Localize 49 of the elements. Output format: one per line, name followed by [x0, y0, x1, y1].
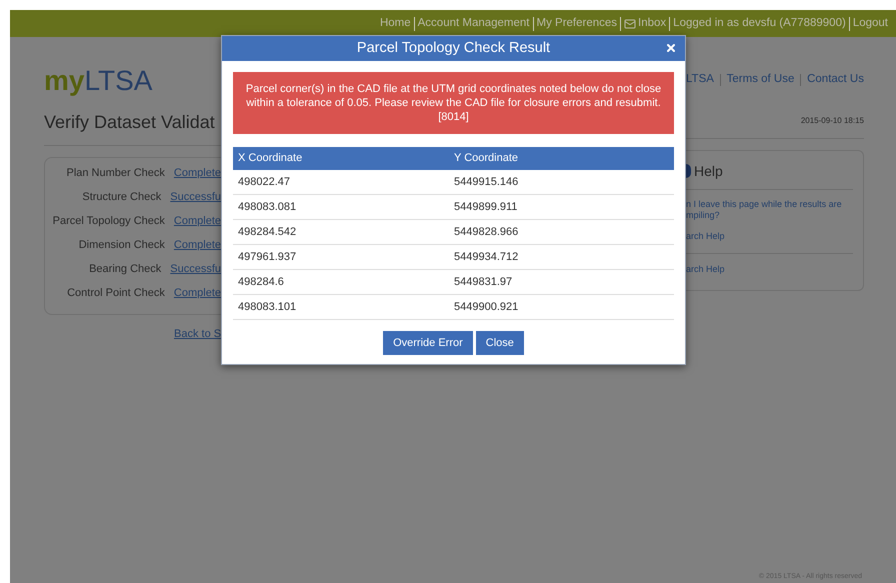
search-help-link[interactable]: arch Help	[686, 262, 863, 276]
logo[interactable]: myLTSA	[44, 65, 221, 97]
check-label: Control Point Check	[66, 286, 165, 301]
header-link[interactable]: Terms of Use	[726, 71, 794, 88]
mail-icon	[624, 18, 636, 30]
table-cell-text: 5449934.712	[454, 250, 520, 265]
check-label: Dimension Check	[78, 238, 165, 253]
error-message: Parcel corner(s) in the CAD file at the UTM grid coordinates noted below do not close within a tolerance of 0.05. Please review the CAD file for closure errors and resubmit. [8014]	[233, 72, 674, 134]
table-cell-text: 498022.47	[237, 174, 291, 190]
search-help-link[interactable]: arch Help	[686, 230, 863, 244]
close-icon[interactable]	[665, 42, 677, 54]
check-result-link[interactable]: Complete	[174, 286, 221, 301]
nav-link[interactable]: Logout	[852, 14, 888, 32]
close-button[interactable]: Close	[476, 331, 524, 355]
table-cell-text: 498284.542	[237, 224, 298, 240]
nav-link[interactable]: My Preferences	[536, 14, 618, 32]
back-link[interactable]: Back to S	[174, 326, 221, 342]
table-cell-text: 5449900.921	[454, 300, 520, 315]
table-cell-text: 498083.081	[237, 200, 298, 215]
table-cell-text: 5449915.146	[454, 174, 520, 190]
table-cell-text: 5449899.911	[454, 200, 518, 215]
help-question-link[interactable]: n I leave this page while the results are mpiling?	[686, 199, 863, 222]
inbox-link[interactable]: Inbox	[624, 14, 666, 32]
table-cell-text: 5449831.97	[454, 274, 514, 290]
check-result-link[interactable]: Successfu	[170, 190, 221, 205]
check-label: Structure Check	[81, 190, 162, 205]
table-cell-text: 498083.101	[237, 300, 298, 315]
nav-link[interactable]: Account Management	[418, 14, 530, 32]
dialog-title: Parcel Topology Check Result	[356, 38, 550, 58]
check-result-link[interactable]: Successfu	[170, 262, 221, 277]
nav-link[interactable]: Home	[380, 14, 411, 32]
header-link[interactable]: Contact Us	[807, 71, 864, 88]
help-title: Help	[694, 162, 723, 181]
override-error-button[interactable]: Override Error	[383, 331, 473, 355]
logged-in-text: Logged in as devsfu (A77889900)	[673, 16, 846, 31]
check-label: Bearing Check	[88, 262, 162, 277]
column-header: X Coordinate	[237, 151, 304, 166]
table-cell-text: 498284.6	[237, 274, 285, 290]
column-header: Y Coordinate	[454, 151, 520, 166]
table-cell-text: 5449828.966	[454, 224, 520, 240]
table-cell-text: 497961.937	[237, 250, 298, 265]
check-result-link[interactable]: Complete	[174, 238, 221, 253]
check-label: Parcel Topology Check	[52, 214, 165, 229]
header-link[interactable]: LTSA	[686, 71, 714, 88]
check-result-link[interactable]: Complete	[174, 214, 221, 229]
check-result-link[interactable]: Complete	[174, 166, 221, 181]
check-label: Plan Number Check	[65, 166, 165, 181]
timestamp: 2015-09-10 18:15	[800, 115, 864, 128]
page-title: Verify Dataset Validat	[44, 111, 216, 134]
